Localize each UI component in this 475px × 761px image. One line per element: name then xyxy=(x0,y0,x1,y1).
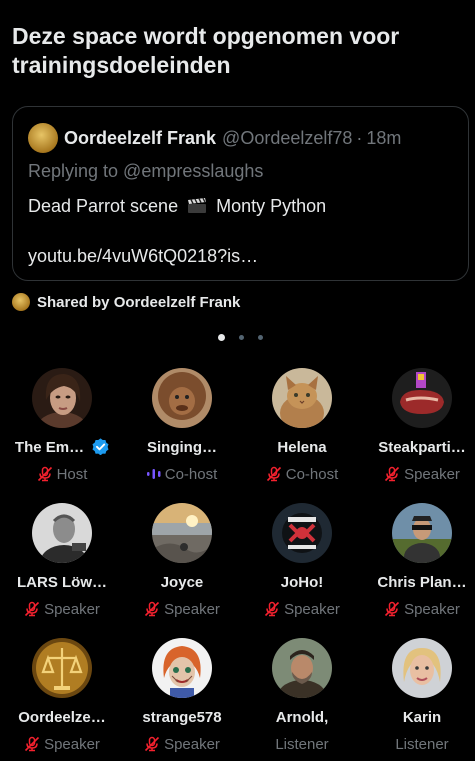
muted-mic-icon xyxy=(266,466,281,482)
participant-name: Singing… xyxy=(147,439,217,456)
participant-name: Joyce xyxy=(160,574,204,591)
tweet-text: Dead Parrot scene Monty Python xyxy=(28,196,326,217)
avatar xyxy=(392,638,452,698)
avatar xyxy=(32,503,92,563)
participant-tile[interactable]: Singing… Co-host xyxy=(122,368,242,485)
participant-tile[interactable]: Helena Co-host xyxy=(242,368,362,485)
muted-mic-icon xyxy=(144,736,160,752)
participant-name-text: The Em… xyxy=(14,439,85,456)
participant-role: Listener xyxy=(275,736,329,753)
replying-to-label: Replying to @empresslaughs xyxy=(28,161,264,181)
participant-role: Speaker xyxy=(242,600,362,620)
avatar xyxy=(32,368,92,428)
speaking-bars-icon xyxy=(146,469,161,479)
muted-mic-icon xyxy=(144,601,160,617)
participant-role: Co-host xyxy=(242,465,362,485)
participant-name: Helena xyxy=(277,439,327,456)
tweet-link[interactable]: youtu.be/4vuW6tQ0218?is… xyxy=(28,246,258,267)
tweet-author-name[interactable]: Oordeelzelf Frank xyxy=(64,128,216,149)
participant-role: Speaker xyxy=(122,735,242,755)
muted-mic-icon xyxy=(37,466,52,482)
space-title: Deze space wordt opgenomen voor training… xyxy=(12,23,400,78)
participant-role: Speaker xyxy=(2,735,122,755)
participant-name: Chris Plan… xyxy=(377,574,467,591)
participant-role-text: Speaker xyxy=(44,736,100,753)
shared-by-label: Shared by Oordeelzelf Frank xyxy=(37,293,241,311)
tweet-author-avatar[interactable] xyxy=(28,123,58,153)
participant-tile[interactable]: Arnold, Listener xyxy=(242,638,362,755)
shared-by-avatar xyxy=(12,293,30,311)
participant-role-text: Speaker xyxy=(284,601,340,618)
avatar xyxy=(392,503,452,563)
avatar xyxy=(152,503,212,563)
avatar xyxy=(272,503,332,563)
participant-role-text: Co-host xyxy=(164,466,218,483)
participant-name: JoHo! xyxy=(280,574,324,591)
avatar xyxy=(152,638,212,698)
pinned-tweet-card[interactable]: Oordeelzelf Frank @Oordeelzelf78 · 18m R… xyxy=(12,106,469,281)
shared-by-row[interactable]: Shared by Oordeelzelf Frank xyxy=(12,293,240,311)
participant-role: Listener xyxy=(395,736,449,753)
participant-role: Speaker xyxy=(362,600,475,620)
tweet-header: Oordeelzelf Frank @Oordeelzelf78 · 18m xyxy=(28,123,401,153)
participant-name: strange578 xyxy=(142,709,222,726)
participant-role-text: Speaker xyxy=(404,466,460,483)
clapper-board-icon xyxy=(188,198,207,213)
participant-name: The Em… xyxy=(2,438,122,458)
participant-role: Host xyxy=(2,465,122,485)
participant-tile[interactable]: Steakparti… Speaker xyxy=(362,368,475,485)
participant-name: LARS Löw… xyxy=(17,574,107,591)
participant-role-text: Co-host xyxy=(285,466,339,483)
participant-role-text: Speaker xyxy=(164,736,220,753)
avatar xyxy=(152,368,212,428)
participant-role-text: Host xyxy=(56,466,88,483)
participant-tile[interactable]: JoHo! Speaker xyxy=(242,503,362,620)
participant-role-text: Speaker xyxy=(164,601,220,618)
participant-tile[interactable]: Oordeelze… Speaker xyxy=(2,638,122,755)
tweet-text-end: Monty Python xyxy=(216,196,327,216)
participant-tile[interactable]: Karin Listener xyxy=(362,638,475,755)
participant-tile[interactable]: The Em… Host xyxy=(2,368,122,485)
avatar xyxy=(272,638,332,698)
participant-role: Co-host xyxy=(122,465,242,485)
participant-tile[interactable]: LARS Löw… Speaker xyxy=(2,503,122,620)
muted-mic-icon xyxy=(24,601,40,617)
participant-role-text: Speaker xyxy=(44,601,100,618)
page-dot-active[interactable] xyxy=(218,334,225,341)
muted-mic-icon xyxy=(384,601,400,617)
verified-badge-icon xyxy=(92,438,109,455)
page-dot[interactable] xyxy=(239,335,244,340)
participant-name: Karin xyxy=(402,709,442,726)
participant-name: Steakparti… xyxy=(378,439,466,456)
muted-mic-icon xyxy=(384,466,400,482)
muted-mic-icon xyxy=(24,736,40,752)
participant-tile[interactable]: Chris Plan… Speaker xyxy=(362,503,475,620)
page-indicator xyxy=(218,334,277,341)
participant-role-text: Speaker xyxy=(404,601,460,618)
tweet-author-handle[interactable]: @Oordeelzelf78 xyxy=(222,128,352,149)
tweet-separator: · xyxy=(356,127,363,148)
participant-role: Speaker xyxy=(2,600,122,620)
avatar xyxy=(392,368,452,428)
tweet-timestamp[interactable]: 18m xyxy=(366,128,401,149)
avatar xyxy=(32,638,92,698)
participant-role: Speaker xyxy=(362,465,475,485)
participant-name: Oordeelze… xyxy=(18,709,106,726)
page-dot[interactable] xyxy=(258,335,263,340)
participant-tile[interactable]: Joyce Speaker xyxy=(122,503,242,620)
tweet-text-start: Dead Parrot scene xyxy=(28,196,179,216)
avatar xyxy=(272,368,332,428)
participant-role: Speaker xyxy=(122,600,242,620)
participant-name: Arnold, xyxy=(275,709,329,726)
muted-mic-icon xyxy=(264,601,280,617)
participant-tile[interactable]: strange578 Speaker xyxy=(122,638,242,755)
